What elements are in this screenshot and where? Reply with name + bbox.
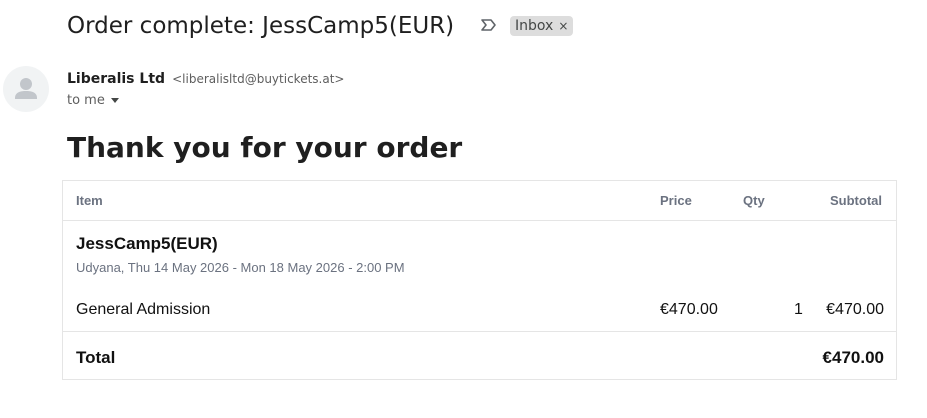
inbox-label-chip: Inbox × [510,16,574,36]
product-details: Udyana, Thu 14 May 2026 - Mon 18 May 202… [76,260,405,275]
order-summary-table: Item Price Qty Subtotal JessCamp5(EUR) U… [62,180,897,380]
recipient-label: to me [67,93,105,108]
header-qty: Qty [743,193,765,208]
table-header-row: Item Price Qty Subtotal [63,181,896,221]
header-item: Item [76,193,103,208]
person-icon [15,78,37,99]
email-subject: Order complete: JessCamp5(EUR) [67,13,455,39]
header-subtotal: Subtotal [830,193,882,208]
caret-down-icon[interactable] [110,98,119,103]
line-item-qty: 1 [794,301,803,318]
total-label: Total [76,348,116,367]
importance-marker-icon[interactable] [480,17,498,33]
line-item-subtotal: €470.00 [826,301,884,318]
sender-info: Liberalis Ltd <liberalisltd@buytickets.a… [67,68,344,87]
sender-avatar [3,66,49,112]
total-row: Total €470.00 [63,331,896,381]
total-value: €470.00 [822,348,884,367]
sender-email: <liberalisltd@buytickets.at> [172,72,345,86]
order-thanks-heading: Thank you for your order [67,131,463,164]
close-icon[interactable]: × [558,19,568,33]
line-item-price: €470.00 [660,301,718,318]
recipient-details-toggle[interactable]: to me [67,93,119,108]
header-price: Price [660,193,692,208]
product-name: JessCamp5(EUR) [76,234,218,253]
inbox-label-text: Inbox [515,18,554,34]
line-item-name: General Admission [76,301,211,318]
sender-name[interactable]: Liberalis Ltd [67,71,165,87]
